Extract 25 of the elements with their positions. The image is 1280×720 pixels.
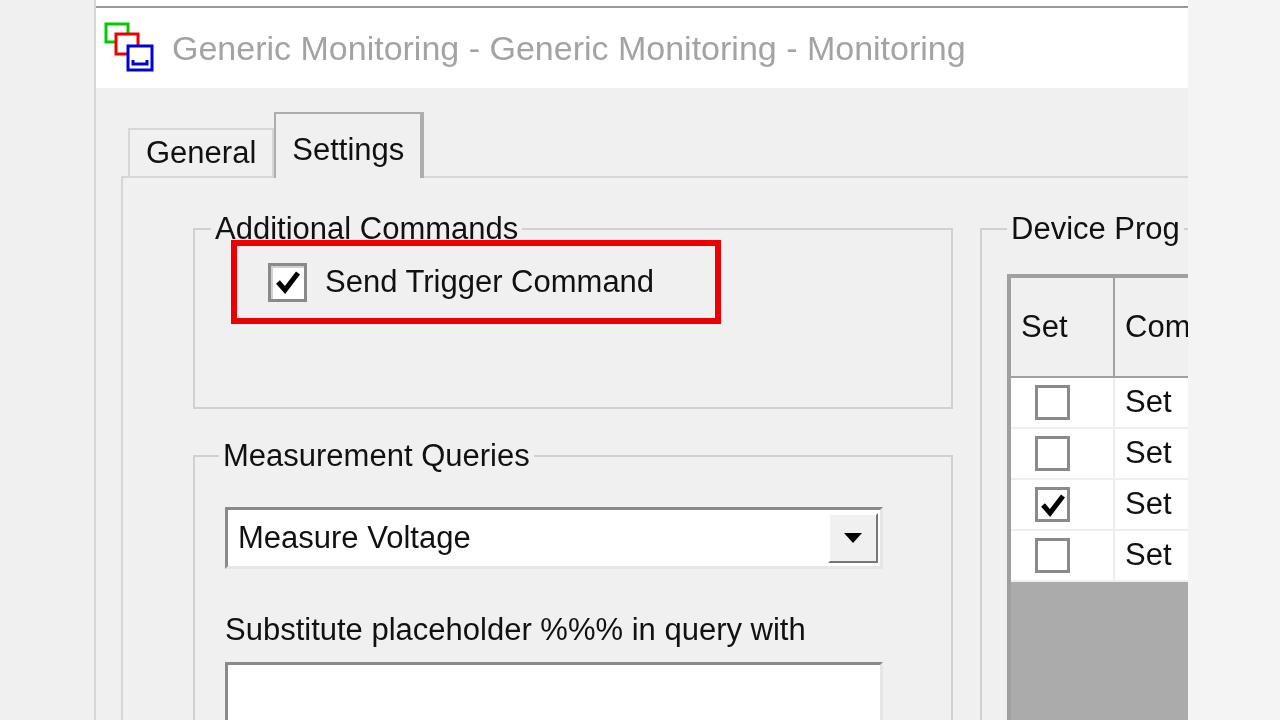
checkbox[interactable] xyxy=(1035,436,1070,472)
check-icon xyxy=(274,270,301,295)
field-label: Substitute placeholder %%% in query with xyxy=(225,611,807,650)
table-cell: Set xyxy=(1115,480,1188,532)
window-title: Generic Monitoring - Generic Monitoring - Monitoring xyxy=(172,27,966,69)
dropdown-arrow-icon xyxy=(844,533,862,544)
checkbox[interactable] xyxy=(1035,538,1070,574)
group-title: Additional Commands xyxy=(214,212,520,247)
group-title: Device Prog xyxy=(1010,212,1181,247)
checkbox[interactable] xyxy=(1035,385,1070,421)
check-icon xyxy=(1039,492,1066,517)
checkbox-label: Send Trigger Command xyxy=(325,262,655,301)
dropdown[interactable]: Measure Voltage xyxy=(225,507,883,570)
table-cell: Set xyxy=(1115,429,1188,481)
app-window-icon xyxy=(104,22,156,74)
column-header[interactable]: Com xyxy=(1115,278,1188,379)
table-cell: Set xyxy=(1115,378,1188,430)
checkbox[interactable] xyxy=(268,262,307,302)
input-field[interactable] xyxy=(225,661,883,720)
group-title: Measurement Queries xyxy=(222,439,531,474)
checkbox[interactable] xyxy=(1035,487,1070,523)
table-cell: Set xyxy=(1115,531,1188,583)
tab[interactable]: Settings xyxy=(274,112,425,178)
column-header[interactable]: Set xyxy=(1011,278,1115,379)
tab[interactable]: General xyxy=(128,128,275,176)
